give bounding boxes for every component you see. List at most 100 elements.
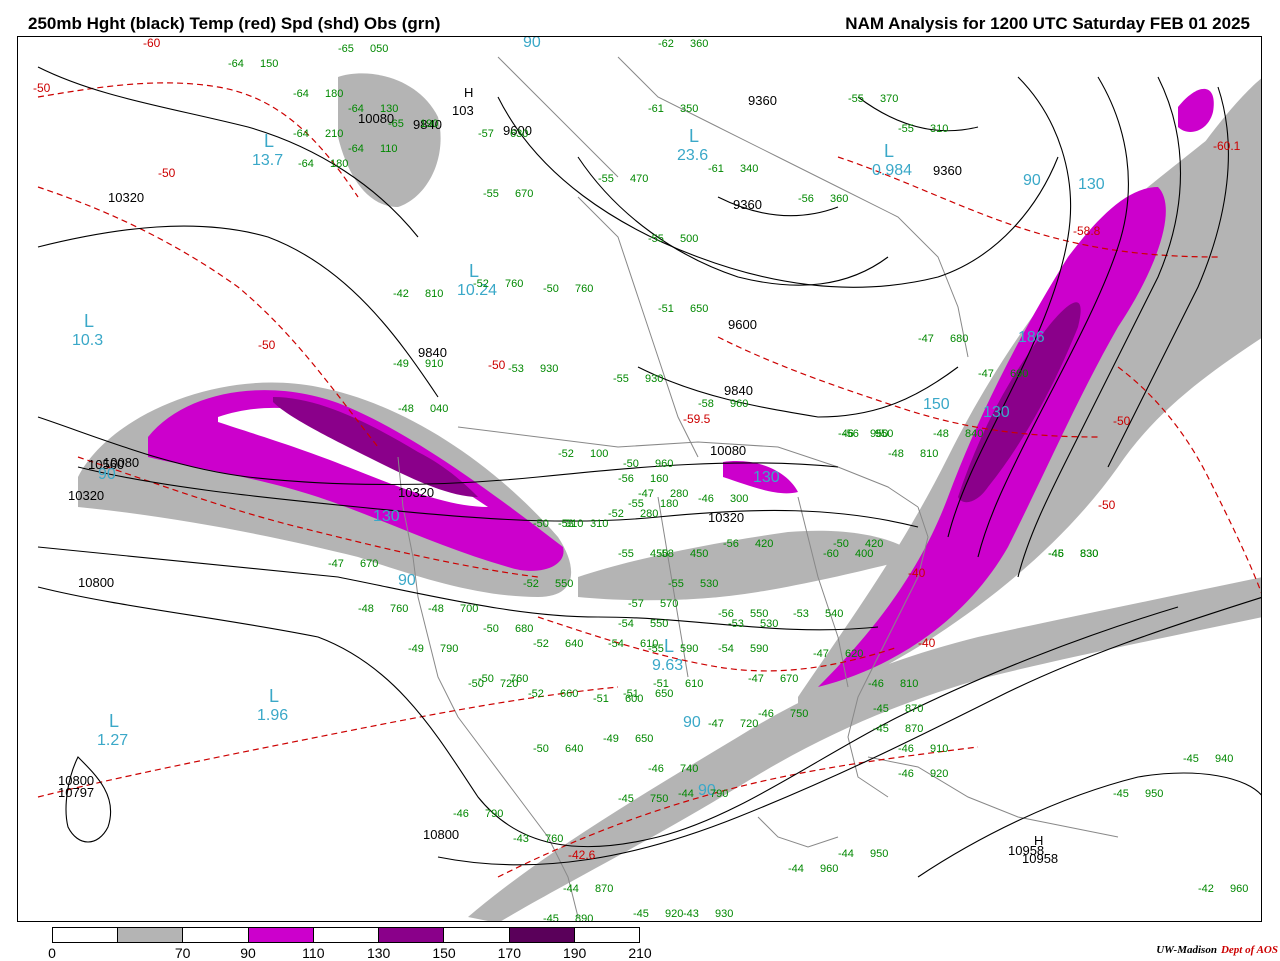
station-obs-height: 790 (710, 788, 728, 800)
station-obs-height: 360 (830, 193, 848, 205)
colorbar-tick-label: 170 (497, 945, 522, 961)
station-obs-temp: -52 (608, 508, 624, 520)
height-contour-label: 10800 (423, 827, 459, 842)
map-title: 250mb Hght (black) Temp (red) Spd (shd) … (28, 14, 441, 33)
station-obs-temp: -52 (473, 278, 489, 290)
temperature-contour-label: -50 (1113, 414, 1131, 428)
station-obs-temp: -45 (873, 703, 889, 715)
height-contour-label: 10080 (710, 443, 746, 458)
center-value-label: 0.984 (872, 162, 912, 179)
station-obs-temp: -53 (793, 608, 809, 620)
station-obs-temp: -50 (533, 743, 549, 755)
station-obs-height: 690 (1010, 368, 1028, 380)
station-obs-height: 550 (555, 578, 573, 590)
station-obs-temp: -50 (483, 623, 499, 635)
colorbar-tick-label: 110 (302, 945, 325, 961)
station-obs-height: 530 (700, 578, 718, 590)
station-obs-temp: -45 (543, 913, 559, 922)
station-obs-temp: -45 (618, 793, 634, 805)
station-obs-temp: -52 (523, 578, 539, 590)
station-obs-height: 930 (645, 373, 663, 385)
station-obs-temp: -50 (833, 538, 849, 550)
wind-speed-label: 90 (1023, 172, 1041, 189)
credit-line: UW-Madison Dept of AOS (1156, 944, 1278, 956)
low-center-label: L (664, 636, 674, 656)
station-obs-height: 960 (820, 863, 838, 875)
station-obs-height: 620 (845, 648, 863, 660)
station-obs-temp: -51 (593, 693, 609, 705)
station-obs-height: 840 (965, 428, 983, 440)
station-obs-height: 750 (790, 708, 808, 720)
station-obs-temp: -55 (613, 373, 629, 385)
station-obs-temp: -55 (848, 93, 864, 105)
station-obs-height: 500 (680, 233, 698, 245)
wind-speed-label: 90 (98, 466, 116, 483)
station-obs-height: 920 (930, 768, 948, 780)
station-obs-height: 670 (515, 188, 533, 200)
station-obs-temp: -58 (658, 548, 674, 560)
station-obs-height: 830 (1080, 548, 1098, 560)
station-obs-temp: -64 (298, 158, 314, 170)
colorbar-segment (183, 928, 249, 942)
height-contour-label: 9360 (733, 197, 762, 212)
station-obs-temp: -45 (1183, 753, 1199, 765)
colorbar-segment (118, 928, 184, 942)
station-obs-temp: -55 (668, 578, 684, 590)
credit-institution: UW-Madison (1156, 944, 1217, 956)
center-value-label: 13.7 (252, 152, 283, 169)
station-obs-height: 590 (750, 643, 768, 655)
station-obs-temp: -54 (618, 618, 634, 630)
station-obs-height: 470 (630, 173, 648, 185)
station-obs-height: 650 (655, 688, 673, 700)
station-obs-height: 160 (650, 473, 668, 485)
station-obs-height: 760 (545, 833, 563, 845)
station-obs-height: 930 (715, 908, 733, 920)
station-obs-height: 720 (740, 718, 758, 730)
high-center-label: H (1034, 833, 1043, 848)
station-obs-temp: -46 (698, 493, 714, 505)
wind-speed-colorbar (52, 927, 640, 943)
station-obs-height: 960 (1230, 883, 1248, 895)
colorbar-tick-label: 150 (432, 945, 456, 961)
station-obs-height: 280 (670, 488, 688, 500)
wind-speed-label: 130 (983, 404, 1010, 421)
station-obs-temp: -47 (813, 648, 829, 660)
station-obs-temp: -43 (683, 908, 699, 920)
wind-speed-label: 150 (923, 396, 950, 413)
station-obs-height: 680 (950, 333, 968, 345)
center-value-label: 10958 (1022, 851, 1058, 866)
station-obs-height: 810 (920, 448, 938, 460)
station-obs-height: 300 (730, 493, 748, 505)
station-obs-height: 760 (390, 603, 408, 615)
station-obs-height: 310 (565, 518, 583, 530)
height-contour-label: 10800 (78, 575, 114, 590)
station-obs-height: 950 (870, 848, 888, 860)
station-obs-height: 110 (380, 143, 398, 155)
station-obs-temp: -44 (563, 883, 579, 895)
station-obs-temp: -64 (228, 58, 244, 70)
station-obs-temp: -46 (898, 768, 914, 780)
station-obs-height: 760 (510, 673, 528, 685)
temperature-contour-label: -50 (1098, 498, 1116, 512)
station-obs-temp: -54 (718, 643, 734, 655)
station-obs-temp: -46 (758, 708, 774, 720)
temperature-contour-label: -50 (33, 81, 51, 95)
station-obs-height: 210 (325, 128, 343, 140)
station-obs-temp: -57 (478, 128, 494, 140)
station-obs-temp: -42 (1198, 883, 1214, 895)
temperature-contour-label: -40 (908, 566, 926, 580)
station-obs-height: 150 (260, 58, 278, 70)
station-obs-temp: -61 (648, 103, 664, 115)
station-obs-height: 870 (905, 703, 923, 715)
station-obs-temp: -49 (408, 643, 424, 655)
colorbar-segment (574, 928, 639, 942)
center-value-label: 10.3 (72, 332, 103, 349)
station-obs-height: 700 (460, 603, 478, 615)
station-obs-height: 180 (330, 158, 348, 170)
station-obs-height: 640 (565, 743, 583, 755)
station-obs-temp: -56 (798, 193, 814, 205)
colorbar-tick-label: 0 (48, 945, 56, 961)
station-obs-temp: -48 (888, 448, 904, 460)
station-obs-height: 370 (880, 93, 898, 105)
station-obs-height: 950 (1145, 788, 1163, 800)
